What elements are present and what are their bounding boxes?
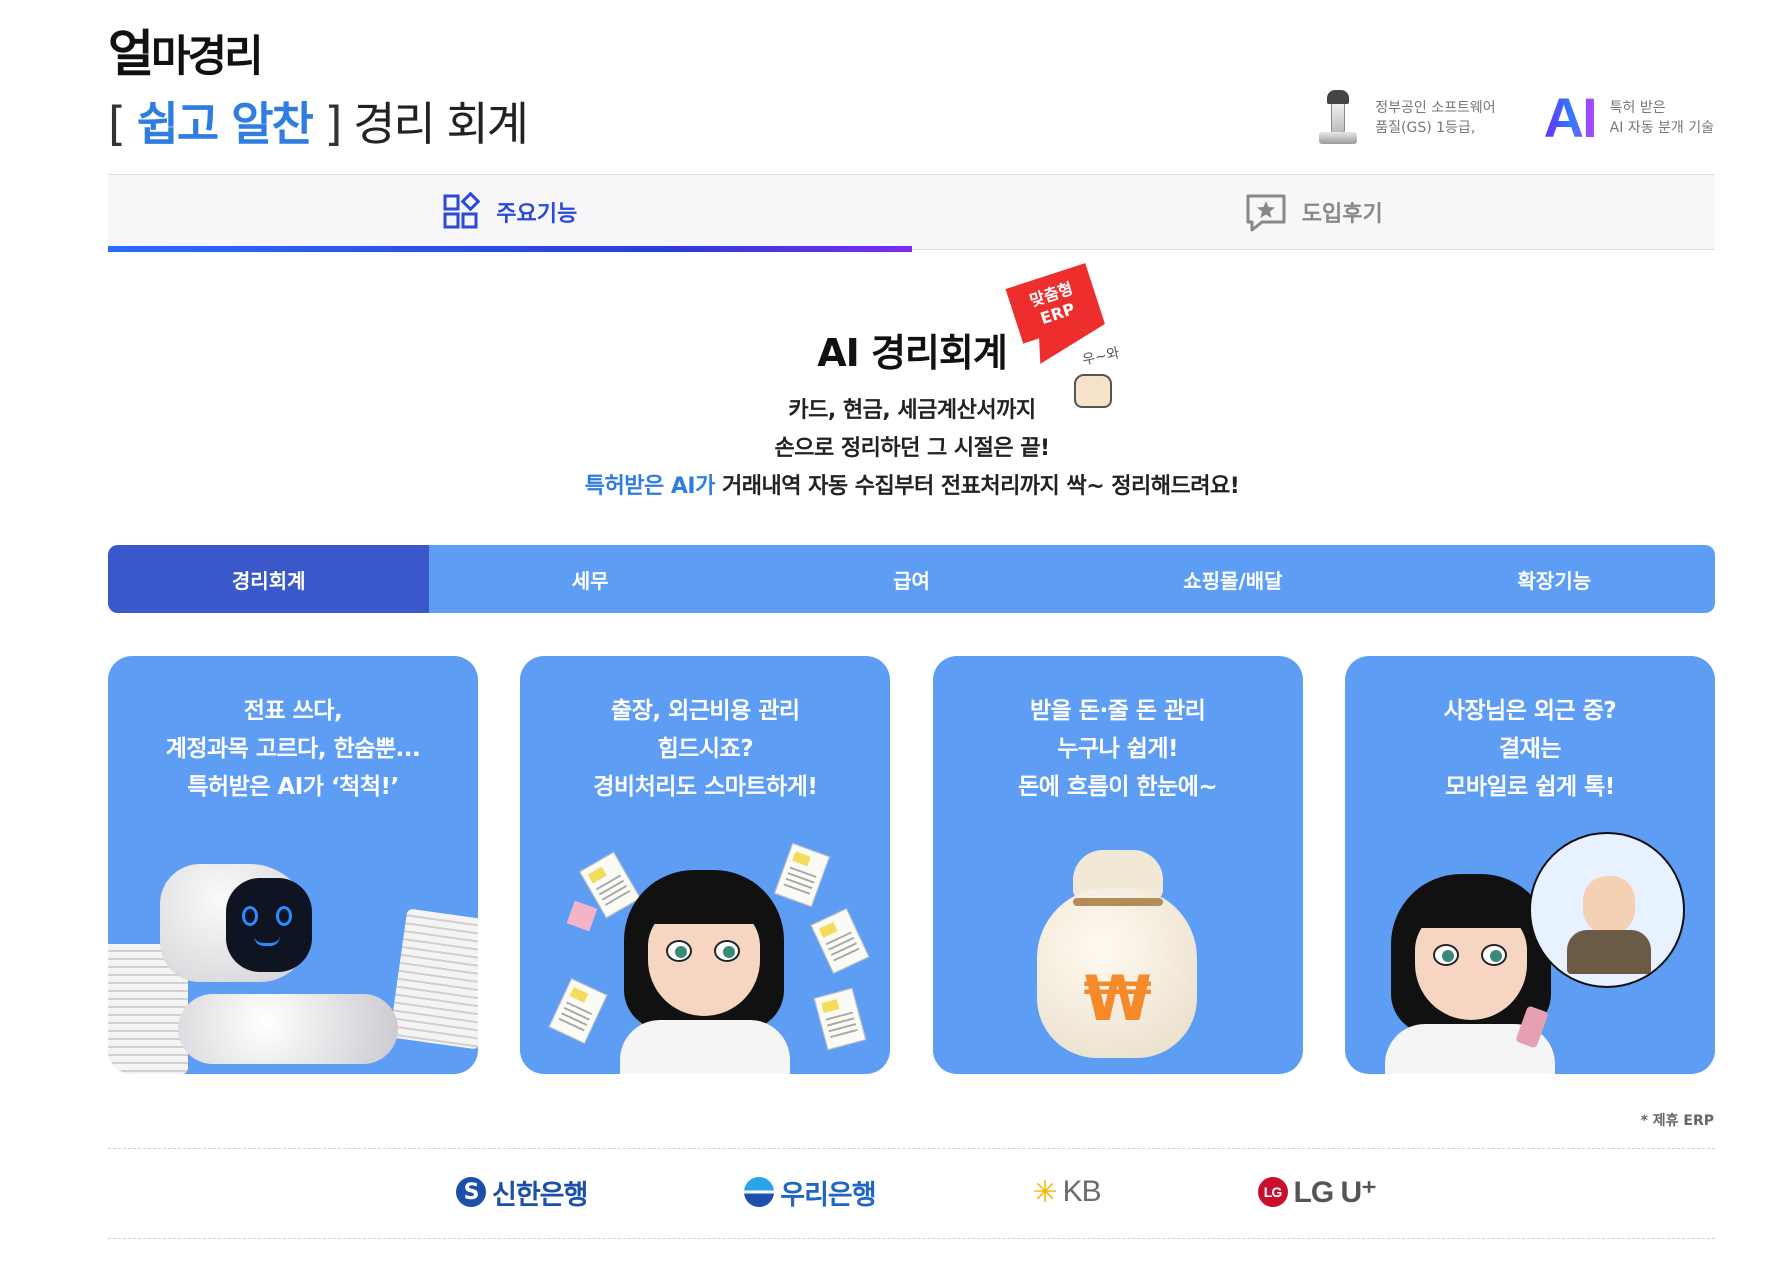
tagline-highlight: 쉽고 알찬 (136, 97, 314, 151)
partner-note: * 제휴 ERP (1640, 1113, 1714, 1129)
card-line: 특허받은 AI가 ‘척척!’ (187, 774, 399, 800)
card-text: 사장님은 외근 중? 결재는 모바일로 쉽게 톡! (1345, 692, 1715, 806)
card-line: 경비처리도 스마트하게! (593, 774, 818, 800)
partner-lg-uplus[interactable]: LG LG U⁺ (1257, 1172, 1377, 1212)
shinhan-logo-icon: S (456, 1177, 486, 1207)
card-line: 전표 쓰다, (243, 698, 343, 724)
speech-bubble (1528, 832, 1685, 988)
woori-logo-icon (744, 1177, 775, 1207)
partner-shinhan[interactable]: S 신한은행 (456, 1172, 588, 1212)
partner-kb[interactable]: ✳ KB (1032, 1172, 1102, 1212)
tab-reviews[interactable]: 도입후기 (912, 175, 1716, 249)
money-bag-illustration: ₩ (933, 844, 1303, 1074)
intro-line3-rest: 거래내역 자동 수집부터 전표처리까지 싹~ 정리해드려요! (714, 474, 1240, 499)
feature-cards: 전표 쓰다, 계정과목 고르다, 한숨뿐... 특허받은 AI가 ‘척척!’ 출… (108, 656, 1715, 1074)
category-accounting[interactable]: 경리회계 (108, 545, 430, 613)
card-line: 힘드시죠? (657, 736, 754, 762)
brand-logo[interactable]: 얼마경리 (108, 14, 264, 86)
feature-card-mobile-approval[interactable]: 사장님은 외근 중? 결재는 모바일로 쉽게 톡! (1344, 656, 1715, 1074)
tagline-bracket-close: ] (311, 97, 342, 151)
girl-with-receipts-illustration (520, 842, 890, 1074)
ai-patent-badge: AI 특허 받은 AI 자동 분개 기술 (1544, 90, 1714, 146)
partner-name: LG U⁺ (1293, 1175, 1377, 1209)
intro-line-2: 손으로 정리하던 그 시절은 끝! (774, 436, 1050, 461)
gs-line2: 품질(GS) 1등급, (1375, 120, 1476, 136)
section-title: AI 경리회계 (817, 331, 1008, 375)
partner-name: KB (1062, 1175, 1102, 1208)
tagline-bracket-open: [ (108, 97, 137, 151)
divider (108, 1148, 1715, 1149)
category-tabs: 경리회계 세무 급여 쇼핑몰/배달 확장기능 (108, 545, 1715, 613)
gs-badge: 정부공인 소프트웨어 품질(GS) 1등급, (1315, 90, 1496, 146)
card-line: 돈에 흐름이 한눈에~ (1018, 774, 1218, 800)
card-line: 계정과목 고르다, 한숨뿐... (165, 736, 421, 762)
card-line: 누구나 쉽게! (1057, 736, 1179, 762)
logo-rest: 마경리 (151, 32, 264, 82)
card-text: 전표 쓰다, 계정과목 고르다, 한숨뿐... 특허받은 AI가 ‘척척!’ (108, 692, 478, 806)
feature-card-expenses[interactable]: 출장, 외근비용 관리 힘드시죠? 경비처리도 스마트하게! (520, 656, 891, 1074)
card-line: 출장, 외근비용 관리 (611, 698, 800, 724)
ai-line2: AI 자동 분개 기술 (1609, 120, 1714, 136)
feature-card-receivables[interactable]: 받을 돈·줄 돈 관리 누구나 쉽게! 돈에 흐름이 한눈에~ ₩ (932, 656, 1303, 1074)
kb-star-icon: ✳ (1032, 1175, 1057, 1209)
brand-tagline: [ 쉽고 알찬 ] 경리 회계 (108, 88, 529, 154)
intro-line-1: 카드, 현금, 세금계산서까지 (788, 398, 1036, 423)
mobile-approval-illustration (1345, 832, 1715, 1074)
partner-logos: S 신한은행 우리은행 ✳ KB LG LG U⁺ (456, 1172, 1377, 1212)
main-tabs: 주요기능 도입후기 (108, 175, 1716, 252)
card-text: 받을 돈·줄 돈 관리 누구나 쉽게! 돈에 흐름이 한눈에~ (933, 692, 1303, 806)
category-extensions[interactable]: 확장기능 (1394, 545, 1715, 613)
tab-label: 주요기능 (496, 202, 578, 227)
grid-icon (443, 192, 481, 229)
robot-illustration (108, 844, 478, 1074)
partner-name: 신한은행 (492, 1179, 588, 1211)
card-line: 결재는 (1498, 736, 1561, 762)
divider (108, 1238, 1715, 1239)
won-icon: ₩ (1083, 962, 1152, 1035)
intro-highlight: 특허받은 AI가 (584, 474, 716, 499)
category-tax[interactable]: 세무 (429, 545, 750, 613)
feature-card-voucher[interactable]: 전표 쓰다, 계정과목 고르다, 한숨뿐... 특허받은 AI가 ‘척척!’ (108, 656, 478, 1074)
card-line: 받을 돈·줄 돈 관리 (1029, 698, 1206, 724)
tagline-rest: 경리 회계 (340, 97, 529, 151)
partner-name: 우리은행 (780, 1179, 876, 1211)
gs-badge-text: 정부공인 소프트웨어 품질(GS) 1등급, (1375, 98, 1495, 138)
card-line: 모바일로 쉽게 톡! (1445, 774, 1615, 800)
card-text: 출장, 외근비용 관리 힘드시죠? 경비처리도 스마트하게! (520, 692, 890, 806)
tab-label: 도입후기 (1301, 202, 1383, 227)
certification-badges: 정부공인 소프트웨어 품질(GS) 1등급, AI 특허 받은 AI 자동 분개… (1315, 90, 1714, 146)
ai-line1: 특허 받은 (1609, 100, 1666, 116)
logo-first-char: 얼 (108, 25, 154, 83)
category-payroll[interactable]: 급여 (751, 545, 1072, 613)
trophy-icon (1315, 90, 1361, 146)
card-line: 사장님은 외근 중? (1443, 698, 1617, 724)
category-shopping-delivery[interactable]: 쇼핑몰/배달 (1072, 545, 1393, 613)
partner-woori[interactable]: 우리은행 (744, 1172, 877, 1212)
wow-text: 우~와 (1080, 345, 1121, 369)
star-chat-icon (1246, 194, 1286, 232)
lg-logo-icon: LG (1257, 1177, 1288, 1207)
intro-line-3: 특허받은 AI가 거래내역 자동 수집부터 전표처리까지 싹~ 정리해드려요! (0, 468, 1784, 500)
ai-logo-icon: AI (1543, 86, 1598, 149)
ai-badge-text: 특허 받은 AI 자동 분개 기술 (1610, 98, 1714, 138)
tab-main-features[interactable]: 주요기능 (108, 175, 912, 252)
gs-line1: 정부공인 소프트웨어 (1375, 100, 1496, 116)
